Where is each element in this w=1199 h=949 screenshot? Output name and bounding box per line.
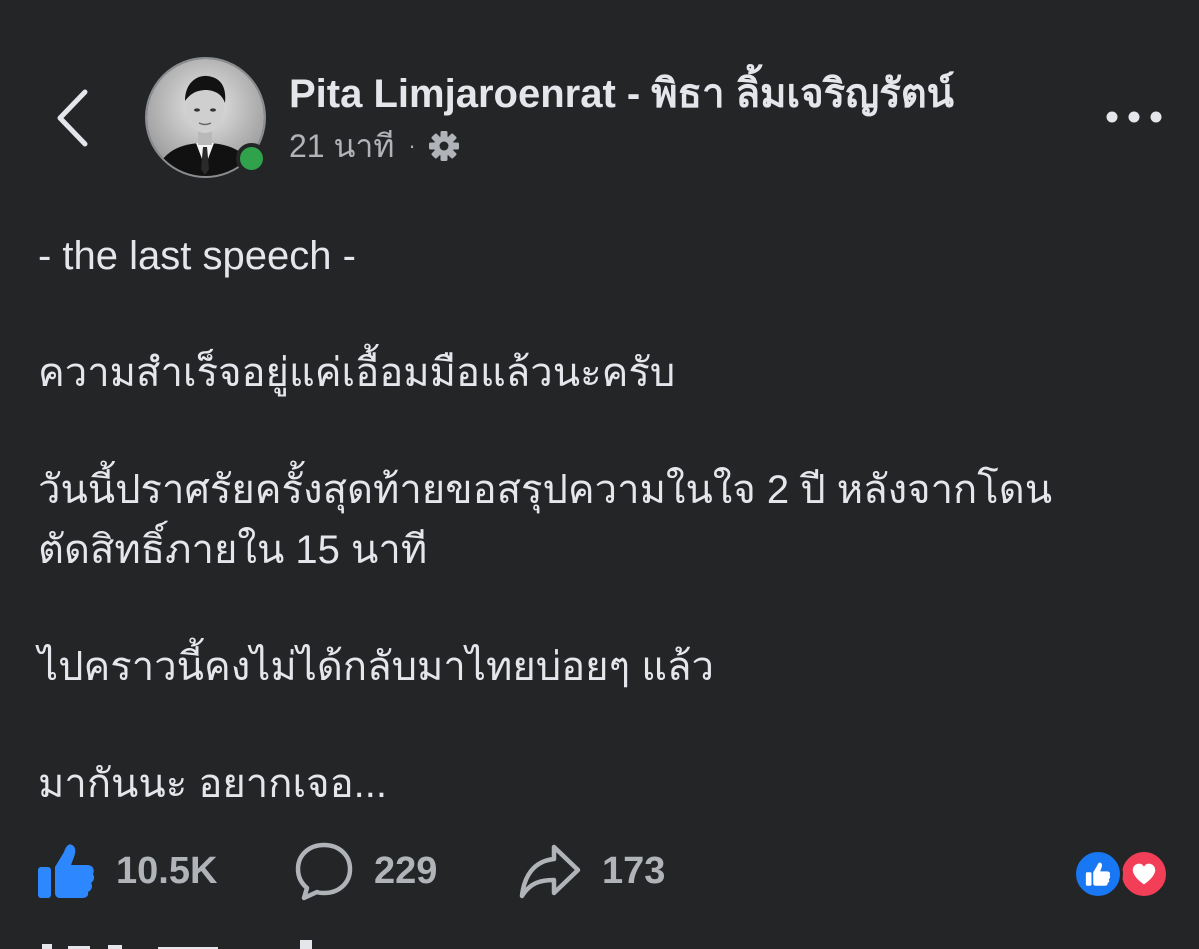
post-action-bar: 10.5K 229 173 bbox=[36, 836, 665, 906]
like-count: 10.5K bbox=[116, 849, 218, 892]
share-count: 173 bbox=[602, 849, 666, 892]
comment-count: 229 bbox=[374, 849, 438, 892]
author-avatar[interactable] bbox=[145, 57, 267, 178]
meta-separator: · bbox=[408, 133, 416, 158]
post-line: วันนี้ปราศรัยครั้งสุดท้ายขอสรุปความในใจ … bbox=[38, 468, 1053, 512]
gear-icon bbox=[428, 131, 459, 161]
more-options-button[interactable] bbox=[1098, 95, 1170, 139]
reaction-summary[interactable] bbox=[1073, 849, 1173, 899]
share-button[interactable]: 173 bbox=[518, 841, 665, 901]
chevron-left-icon bbox=[57, 89, 88, 147]
share-arrow-icon bbox=[519, 844, 581, 899]
love-reaction-icon bbox=[1119, 849, 1169, 899]
like-button[interactable]: 10.5K bbox=[36, 841, 294, 901]
post-line: ตัดสิทธิ์ภายใน 15 นาที bbox=[38, 528, 428, 572]
thumbs-up-icon bbox=[38, 844, 95, 898]
like-reaction-icon bbox=[1073, 849, 1123, 899]
post-line: ความสำเร็จอยู่แค่เอื้อมมือแล้วนะครับ bbox=[38, 351, 676, 395]
comment-button[interactable]: 229 bbox=[294, 841, 518, 901]
post-line: - the last speech - bbox=[38, 234, 356, 278]
author-name[interactable]: Pita Limjaroenrat - พิธา ลิ้มเจริญรัตน์ bbox=[289, 66, 954, 122]
post-line: ไปคราวนี้คงไม่ได้กลับมาไทยบ่อยๆ แล้ว bbox=[38, 645, 714, 689]
post-line: มากันนะ อยากเจอ... bbox=[38, 762, 387, 806]
post-body: - the last speech - ความสำเร็จอยู่แค่เอื… bbox=[38, 226, 1168, 814]
comment-bubble-icon bbox=[295, 842, 353, 901]
next-content-edge bbox=[38, 938, 318, 949]
post-meta: 21 นาที · bbox=[289, 124, 460, 168]
post-timestamp[interactable]: 21 นาที bbox=[289, 121, 394, 172]
more-horizontal-icon bbox=[1106, 111, 1162, 123]
back-button[interactable] bbox=[40, 80, 104, 156]
online-status-indicator bbox=[236, 143, 267, 174]
